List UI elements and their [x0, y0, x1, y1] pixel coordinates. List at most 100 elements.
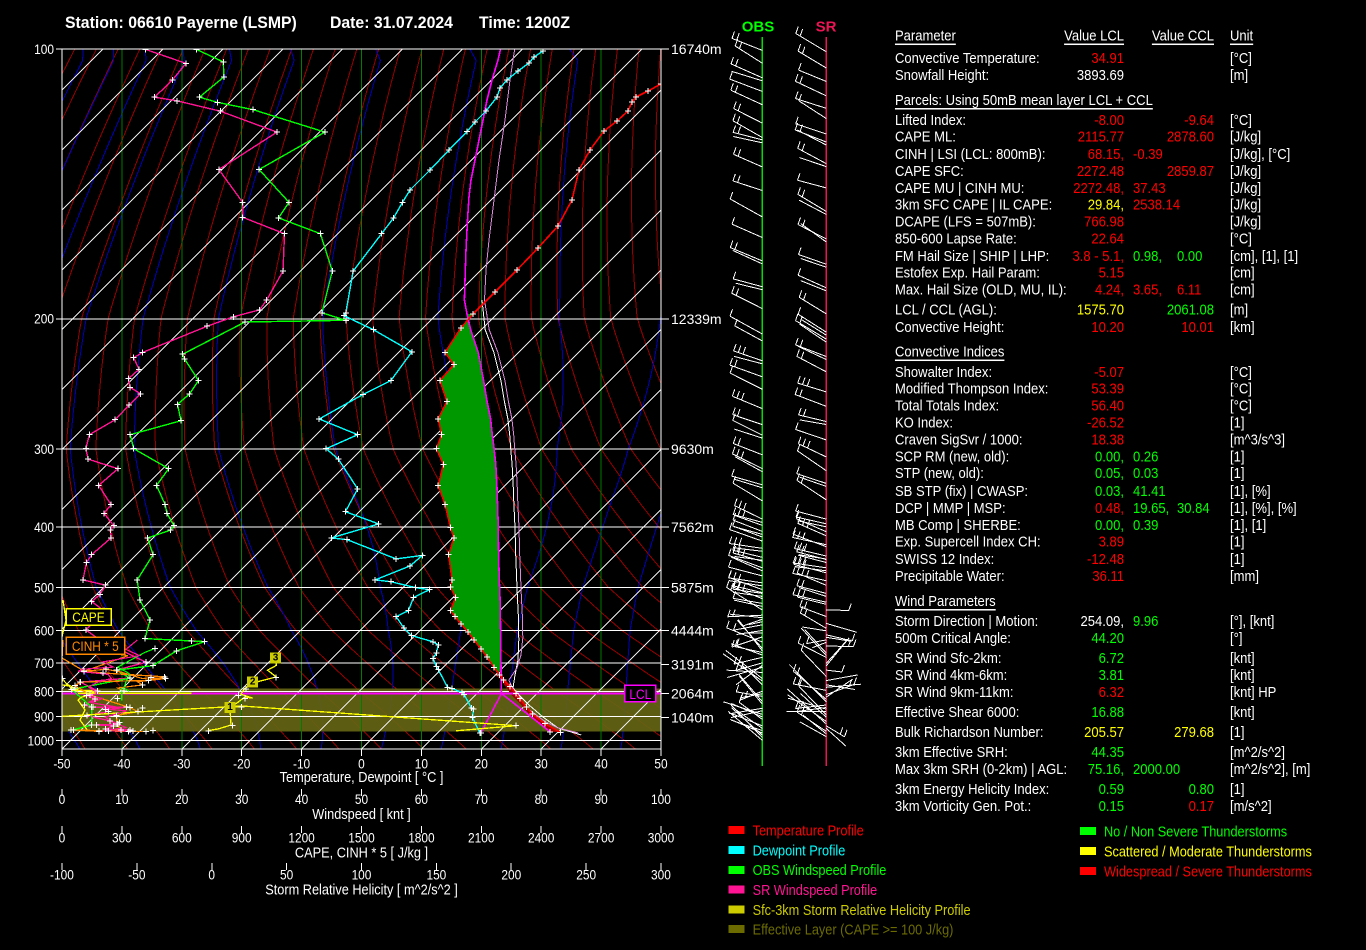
svg-text:Modified Thompson Index:: Modified Thompson Index:: [895, 379, 1048, 396]
svg-text:CINH * 5: CINH * 5: [72, 638, 119, 654]
svg-text:53.39: 53.39: [1091, 379, 1124, 396]
svg-text:3000: 3000: [648, 829, 674, 845]
svg-text:Parcels: Using 50mB mean layer: Parcels: Using 50mB mean layer LCL + CCL: [895, 91, 1153, 108]
svg-text:[1]: [1]: [1230, 723, 1245, 740]
svg-text:[°C]: [°C]: [1230, 396, 1252, 413]
svg-text:37.43: 37.43: [1133, 179, 1166, 196]
svg-text:100: 100: [34, 41, 54, 57]
svg-text:19.65,: 19.65,: [1133, 499, 1169, 516]
svg-text:SWISS 12 Index:: SWISS 12 Index:: [895, 550, 994, 567]
svg-text:1800: 1800: [408, 829, 434, 845]
svg-text:Lifted Index:: Lifted Index:: [895, 111, 966, 128]
svg-text:Widespread / Severe Thundersto: Widespread / Severe Thunderstorms: [1104, 862, 1312, 879]
svg-text:Effective Shear 6000:: Effective Shear 6000:: [895, 703, 1019, 720]
svg-text:-12.48: -12.48: [1087, 550, 1124, 567]
svg-text:Windspeed [ knt ]: Windspeed [ knt ]: [312, 806, 410, 822]
svg-text:Scattered / Moderate Thunderst: Scattered / Moderate Thunderstorms: [1104, 842, 1312, 859]
svg-text:Parameter: Parameter: [895, 26, 956, 43]
svg-text:[°C]: [°C]: [1230, 379, 1252, 396]
svg-text:Max 3km SRH (0-2km) | AGL:: Max 3km SRH (0-2km) | AGL:: [895, 760, 1067, 777]
svg-text:STP (new, old):: STP (new, old):: [895, 464, 984, 481]
svg-text:LCL / CCL (AGL):: LCL / CCL (AGL):: [895, 300, 997, 317]
svg-text:[°]: [°]: [1230, 629, 1242, 646]
svg-text:[°C]: [°C]: [1230, 229, 1252, 246]
svg-text:100: 100: [352, 866, 372, 882]
svg-text:[J/kg]: [J/kg]: [1230, 162, 1261, 179]
svg-text:300: 300: [34, 441, 54, 457]
svg-text:279.68: 279.68: [1174, 723, 1214, 740]
svg-text:3.81: 3.81: [1099, 666, 1125, 683]
svg-text:[m]: [m]: [1230, 66, 1248, 83]
svg-text:Snowfall Height:: Snowfall Height:: [895, 66, 989, 83]
svg-text:SR Wind 9km-11km:: SR Wind 9km-11km:: [895, 683, 1014, 700]
svg-text:4.24,: 4.24,: [1095, 280, 1124, 297]
svg-text:LCL: LCL: [629, 686, 651, 702]
svg-text:[knt]: [knt]: [1230, 649, 1255, 666]
svg-text:2878.60: 2878.60: [1167, 127, 1214, 144]
svg-text:6.11: 6.11: [1177, 280, 1202, 297]
svg-text:-50: -50: [128, 866, 145, 882]
svg-text:FM Hail Size | SHIP | LHP:: FM Hail Size | SHIP | LHP:: [895, 247, 1049, 264]
svg-text:0.80: 0.80: [1189, 780, 1215, 797]
svg-text:100: 100: [651, 791, 671, 807]
svg-text:Convective Temperature:: Convective Temperature:: [895, 49, 1040, 66]
svg-text:[1]: [1]: [1230, 464, 1245, 481]
svg-text:4444m: 4444m: [671, 623, 714, 639]
svg-text:Convective Height:: Convective Height:: [895, 318, 1004, 335]
svg-text:29.84,: 29.84,: [1088, 195, 1124, 212]
svg-text:50: 50: [654, 755, 667, 771]
svg-text:41.41: 41.41: [1133, 482, 1166, 499]
svg-text:Convective Indices: Convective Indices: [895, 342, 1004, 359]
svg-text:0: 0: [208, 866, 215, 882]
svg-text:22.64: 22.64: [1091, 229, 1124, 246]
svg-text:9630m: 9630m: [671, 441, 714, 457]
svg-text:3km SFC CAPE | IL CAPE:: 3km SFC CAPE | IL CAPE:: [895, 195, 1052, 212]
svg-text:500: 500: [34, 579, 54, 595]
svg-text:0.00: 0.00: [1177, 247, 1203, 264]
svg-text:Precipitable Water:: Precipitable Water:: [895, 567, 1005, 584]
svg-text:KO Index:: KO Index:: [895, 413, 953, 430]
svg-text:[°C]: [°C]: [1230, 49, 1252, 66]
svg-text:[1]: [1]: [1230, 413, 1245, 430]
svg-text:7562m: 7562m: [671, 519, 714, 535]
svg-text:[J/kg], [°C]: [J/kg], [°C]: [1230, 145, 1290, 162]
svg-text:CAPE SFC:: CAPE SFC:: [895, 162, 964, 179]
svg-text:[1]: [1]: [1230, 532, 1245, 549]
svg-text:600: 600: [172, 829, 192, 845]
svg-text:44.35: 44.35: [1091, 743, 1124, 760]
svg-text:254.09,: 254.09,: [1081, 612, 1125, 629]
svg-text:CAPE: CAPE: [72, 609, 105, 625]
svg-text:2272.48: 2272.48: [1077, 162, 1124, 179]
svg-text:30: 30: [535, 755, 548, 771]
svg-text:2400: 2400: [528, 829, 554, 845]
svg-text:-0.39: -0.39: [1133, 145, 1163, 162]
svg-text:-100: -100: [50, 866, 74, 882]
svg-text:0.48,: 0.48,: [1095, 499, 1124, 516]
svg-text:[1], [%], [%]: [1], [%], [%]: [1230, 499, 1297, 516]
svg-text:-9.64: -9.64: [1184, 111, 1214, 128]
svg-text:2538.14: 2538.14: [1133, 195, 1180, 212]
svg-text:0.05,: 0.05,: [1095, 464, 1124, 481]
svg-text:36.11: 36.11: [1092, 567, 1124, 584]
svg-text:2272.48,: 2272.48,: [1073, 179, 1124, 196]
svg-text:[m^2/s^2], [m]: [m^2/s^2], [m]: [1230, 760, 1310, 777]
svg-text:CAPE, CINH * 5 [ J/kg ]: CAPE, CINH * 5 [ J/kg ]: [295, 845, 428, 861]
svg-text:SR Wind 4km-6km:: SR Wind 4km-6km:: [895, 666, 1007, 683]
svg-text:[1]: [1]: [1230, 550, 1245, 567]
svg-text:5875m: 5875m: [671, 580, 714, 596]
svg-text:700: 700: [34, 655, 54, 671]
svg-text:[1]: [1]: [1230, 447, 1245, 464]
svg-text:Sfc-3km Storm Relative Helicit: Sfc-3km Storm Relative Helicity Profile: [753, 901, 971, 918]
svg-text:Estofex Exp. Hail Param:: Estofex Exp. Hail Param:: [895, 263, 1040, 280]
svg-text:50: 50: [355, 791, 368, 807]
svg-text:[knt]: [knt]: [1230, 666, 1255, 683]
svg-text:Value CCL: Value CCL: [1152, 26, 1214, 43]
svg-text:-26.52: -26.52: [1087, 413, 1124, 430]
svg-text:90: 90: [595, 791, 608, 807]
svg-text:205.57: 205.57: [1084, 723, 1124, 740]
svg-text:[m/s^2]: [m/s^2]: [1230, 797, 1272, 814]
svg-text:-5.07: -5.07: [1094, 363, 1124, 380]
svg-text:600: 600: [34, 622, 54, 638]
svg-text:20: 20: [475, 755, 488, 771]
svg-text:766.98: 766.98: [1084, 212, 1124, 229]
